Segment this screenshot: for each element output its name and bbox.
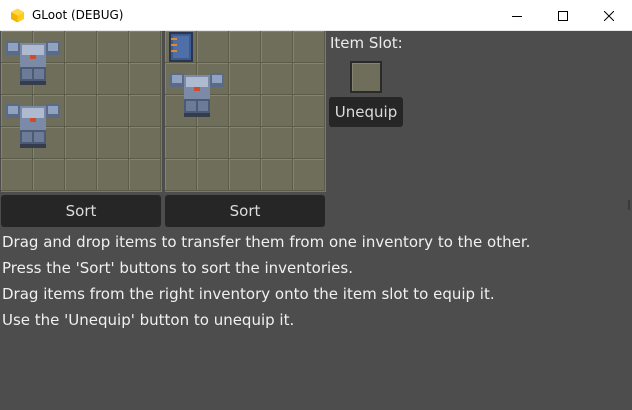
chestplate-icon bbox=[6, 41, 60, 85]
inventory-cell[interactable] bbox=[293, 95, 325, 127]
inventory-cell[interactable] bbox=[261, 95, 293, 127]
inventory-cell[interactable] bbox=[197, 127, 229, 159]
inventory-cell[interactable] bbox=[229, 63, 261, 95]
inventory-cell[interactable] bbox=[65, 63, 97, 95]
inventory-cell[interactable] bbox=[129, 31, 161, 63]
resize-edge bbox=[628, 200, 630, 210]
minimize-button[interactable] bbox=[494, 0, 540, 31]
chestplate-item[interactable] bbox=[2, 35, 64, 97]
instruction-line: Drag items from the right inventory onto… bbox=[2, 285, 495, 303]
instruction-line: Drag and drop items to transfer them fro… bbox=[2, 233, 531, 251]
inventory-cell[interactable] bbox=[261, 127, 293, 159]
inventory-cell[interactable] bbox=[261, 63, 293, 95]
inventory-cell[interactable] bbox=[129, 63, 161, 95]
inventory-cell[interactable] bbox=[129, 159, 161, 191]
inventory-cell[interactable] bbox=[97, 159, 129, 191]
chestplate-icon bbox=[170, 73, 224, 117]
close-button[interactable] bbox=[586, 0, 632, 31]
chestplate-item[interactable] bbox=[166, 67, 228, 129]
inventory-cell[interactable] bbox=[65, 127, 97, 159]
book-icon bbox=[169, 32, 193, 62]
inventory-cell[interactable] bbox=[97, 127, 129, 159]
inventory-cell[interactable] bbox=[261, 31, 293, 63]
inventory-cell[interactable] bbox=[97, 31, 129, 63]
chestplate-icon bbox=[6, 104, 60, 148]
inventory-cell[interactable] bbox=[165, 127, 197, 159]
minimize-icon bbox=[512, 15, 522, 17]
sort-left-button[interactable]: Sort bbox=[1, 195, 161, 227]
inventory-cell[interactable] bbox=[1, 159, 33, 191]
inventory-cell[interactable] bbox=[165, 159, 197, 191]
app-icon bbox=[10, 8, 25, 23]
maximize-button[interactable] bbox=[540, 0, 586, 31]
book-item[interactable] bbox=[167, 32, 195, 66]
unequip-button[interactable]: Unequip bbox=[329, 97, 403, 127]
chestplate-item[interactable] bbox=[2, 98, 64, 160]
inventory-cell[interactable] bbox=[229, 95, 261, 127]
close-icon bbox=[604, 10, 614, 21]
inventory-cell[interactable] bbox=[261, 159, 293, 191]
inventory-cell[interactable] bbox=[97, 63, 129, 95]
instructions: Drag and drop items to transfer them fro… bbox=[2, 232, 530, 336]
item-slot[interactable] bbox=[350, 61, 382, 93]
item-slot-label: Item Slot: bbox=[330, 34, 403, 52]
inventory-cell[interactable] bbox=[229, 159, 261, 191]
inventory-cell[interactable] bbox=[129, 127, 161, 159]
inventory-cell[interactable] bbox=[293, 31, 325, 63]
sort-right-button[interactable]: Sort bbox=[165, 195, 325, 227]
instruction-line: Press the 'Sort' buttons to sort the inv… bbox=[2, 259, 353, 277]
inventory-cell[interactable] bbox=[97, 95, 129, 127]
inventory-cell[interactable] bbox=[65, 31, 97, 63]
window-title: GLoot (DEBUG) bbox=[32, 8, 124, 22]
window-titlebar[interactable]: GLoot (DEBUG) bbox=[0, 0, 632, 31]
inventory-cell[interactable] bbox=[293, 127, 325, 159]
inventory-cell[interactable] bbox=[129, 95, 161, 127]
instruction-line: Use the 'Unequip' button to unequip it. bbox=[2, 311, 295, 329]
inventory-cell[interactable] bbox=[229, 127, 261, 159]
inventory-cell[interactable] bbox=[33, 159, 65, 191]
inventory-cell[interactable] bbox=[197, 31, 229, 63]
inventory-cell[interactable] bbox=[65, 95, 97, 127]
inventory-cell[interactable] bbox=[293, 63, 325, 95]
inventory-cell[interactable] bbox=[197, 159, 229, 191]
client-area: Sort Sort Item Slot: Unequip Drag and dr… bbox=[0, 31, 632, 410]
inventory-cell[interactable] bbox=[293, 159, 325, 191]
maximize-icon bbox=[558, 10, 568, 21]
inventory-cell[interactable] bbox=[65, 159, 97, 191]
inventory-cell[interactable] bbox=[229, 31, 261, 63]
